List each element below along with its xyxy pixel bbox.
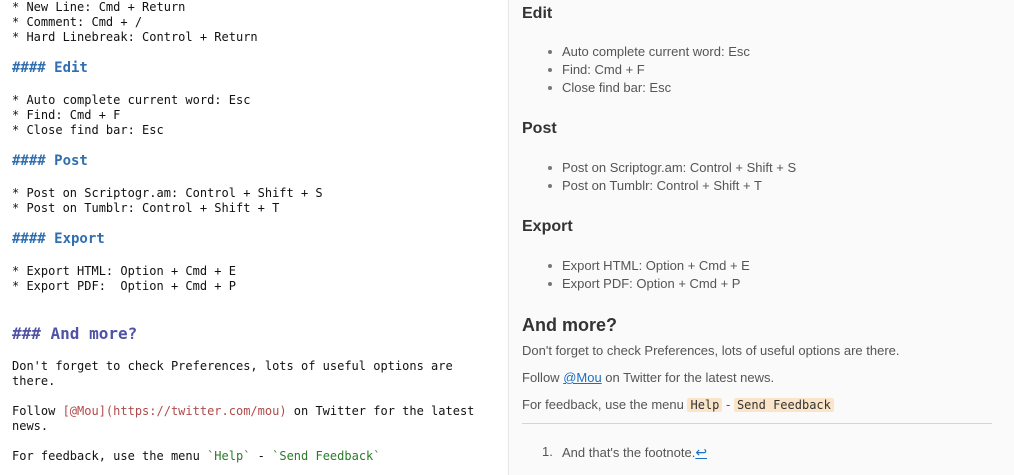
list-item-text: Export HTML: Option + Cmd + E <box>562 258 750 273</box>
bullet-icon <box>548 184 552 188</box>
list-item: Export HTML: Option + Cmd + E <box>548 257 750 275</box>
list-item-text: Close find bar: Esc <box>562 80 672 95</box>
preview-text: - <box>722 397 734 412</box>
markdown-editor[interactable]: * New Line: Cmd + Return * Comment: Cmd … <box>0 0 508 475</box>
editor-line: * Export HTML: Option + Cmd + E <box>12 264 236 278</box>
list-item: Close find bar: Esc <box>548 79 672 97</box>
mou-twitter-link[interactable]: @Mou <box>563 370 602 385</box>
preview-heading-more: And more? <box>522 315 618 335</box>
editor-line: * Auto complete current word: Esc <box>12 93 251 107</box>
editor-line: * Comment: Cmd + / <box>12 15 143 29</box>
preview-heading-post: Post <box>522 120 557 137</box>
preview-feedback-paragraph: For feedback, use the menu Help - Send F… <box>522 396 834 414</box>
editor-line: * Post on Scriptogr.am: Control + Shift … <box>12 186 323 200</box>
list-item-text: Auto complete current word: Esc <box>562 44 750 59</box>
preview-heading-export: Export <box>522 218 573 235</box>
editor-heading-post: #### Post <box>12 153 88 169</box>
editor-text: - <box>250 449 273 463</box>
bullet-icon <box>548 166 552 170</box>
footnote-divider <box>522 423 992 424</box>
editor-line: * Export PDF: Option + Cmd + P <box>12 279 236 293</box>
editor-line: * Find: Cmd + F <box>12 108 121 122</box>
editor-line: news. <box>12 419 49 433</box>
preview-text: For feedback, use the menu <box>522 397 688 412</box>
editor-heading-export: #### Export <box>12 231 105 247</box>
editor-line: * Close find bar: Esc <box>12 123 164 137</box>
editor-line: * Post on Tumblr: Control + Shift + T <box>12 201 280 215</box>
editor-line: * New Line: Cmd + Return <box>12 0 186 14</box>
editor-link-markup: [@Mou](https://twitter.com/mou) <box>62 404 287 418</box>
code-send-feedback: Send Feedback <box>733 398 834 412</box>
code-help: Help <box>687 398 723 412</box>
preview-text: on Twitter for the latest news. <box>601 370 775 385</box>
footnote-backref-icon[interactable]: ↩ <box>695 444 707 460</box>
list-item: Find: Cmd + F <box>548 61 645 79</box>
bullet-icon <box>548 282 552 286</box>
list-item: Auto complete current word: Esc <box>548 43 750 61</box>
list-item-text: Find: Cmd + F <box>562 62 645 77</box>
list-item: Export PDF: Option + Cmd + P <box>548 275 741 293</box>
list-item: Post on Scriptogr.am: Control + Shift + … <box>548 159 797 177</box>
editor-line: there. <box>12 374 56 388</box>
editor-line: Don't forget to check Preferences, lots … <box>12 359 453 373</box>
bullet-icon <box>548 264 552 268</box>
list-item-text: Post on Scriptogr.am: Control + Shift + … <box>562 160 797 175</box>
editor-feedback-line: For feedback, use the menu `Help` - `Sen… <box>12 449 381 464</box>
list-item-text: Export PDF: Option + Cmd + P <box>562 276 741 291</box>
editor-text: For feedback, use the menu <box>12 449 208 463</box>
preview-follow-paragraph: Follow @Mou on Twitter for the latest ne… <box>522 369 774 387</box>
markdown-preview: Edit Auto complete current word: Esc Fin… <box>509 0 1014 475</box>
bullet-icon <box>548 86 552 90</box>
editor-heading-more: ### And more? <box>12 324 138 343</box>
preview-heading-edit: Edit <box>522 5 553 22</box>
editor-code-send-feedback: `Send Feedback` <box>272 449 381 463</box>
bullet-icon <box>548 68 552 72</box>
editor-code-help: `Help` <box>207 449 251 463</box>
editor-text: on Twitter for the latest <box>286 404 475 418</box>
editor-text: Follow <box>12 404 63 418</box>
list-item-text: Post on Tumblr: Control + Shift + T <box>562 178 762 193</box>
footnote-item: And that's the footnote.↩ <box>562 443 707 462</box>
footnote-text: And that's the footnote. <box>562 445 696 460</box>
editor-line: * Hard Linebreak: Control + Return <box>12 30 258 44</box>
preview-paragraph: Don't forget to check Preferences, lots … <box>522 343 900 358</box>
preview-text: Follow <box>522 370 564 385</box>
editor-follow-line: Follow [@Mou](https://twitter.com/mou) o… <box>12 404 474 419</box>
bullet-icon <box>548 50 552 54</box>
footnote-number: 1. <box>542 444 553 459</box>
list-item: Post on Tumblr: Control + Shift + T <box>548 177 762 195</box>
editor-heading-edit: #### Edit <box>12 60 88 76</box>
